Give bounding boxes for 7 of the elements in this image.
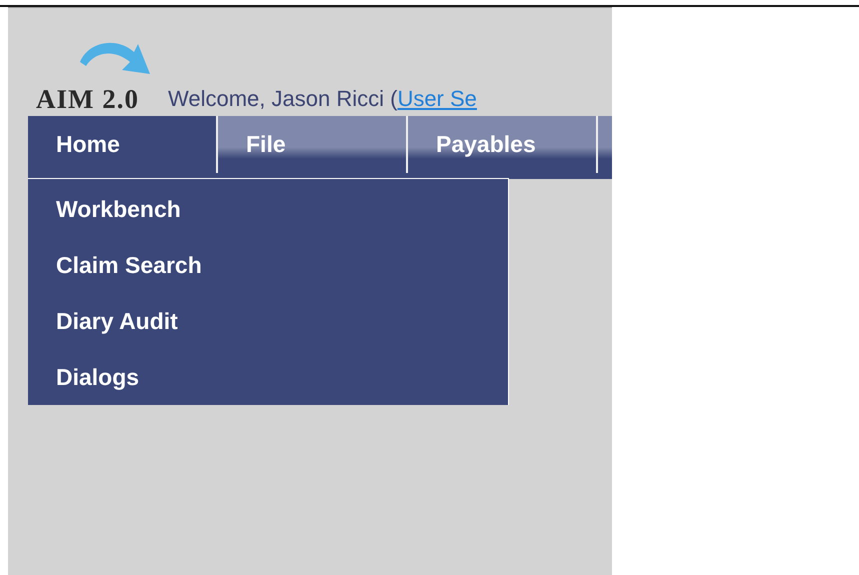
welcome-text: Welcome, Jason Ricci ( bbox=[168, 86, 398, 111]
menu-item[interactable]: Workbench bbox=[28, 181, 508, 237]
menu-item[interactable]: Dialogs bbox=[28, 349, 508, 405]
logo-text: AIM 2.0 bbox=[36, 84, 139, 114]
menu-item[interactable]: Claim Search bbox=[28, 237, 508, 293]
menu-tab[interactable]: Home bbox=[28, 116, 218, 173]
menu-item[interactable]: Diary Audit bbox=[28, 293, 508, 349]
